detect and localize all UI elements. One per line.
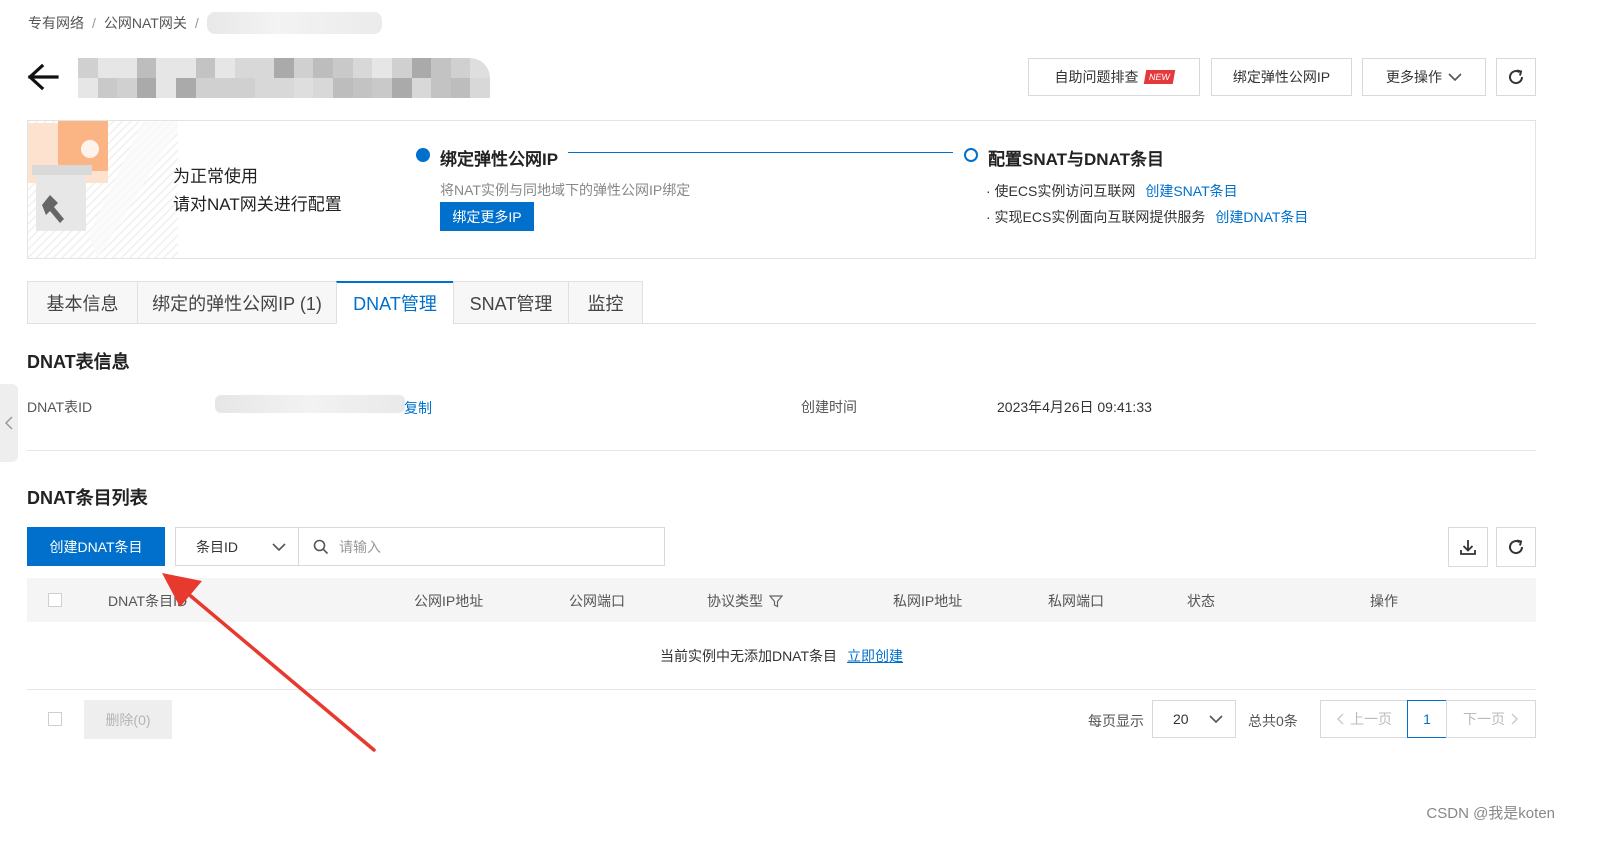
dnat-info-title: DNAT表信息 [27, 352, 130, 372]
tab-bar: 基本信息 绑定的弹性公网IP (1) DNAT管理 SNAT管理 监控 [27, 281, 643, 324]
col-public-port: 公网端口 [569, 593, 625, 609]
total-count: 总共0条 [1248, 713, 1298, 729]
step2-title: 配置SNAT与DNAT条目 [988, 150, 1164, 169]
created-time-value: 2023年4月26日 09:41:33 [997, 399, 1152, 415]
copy-id-link[interactable]: 复制 [404, 398, 432, 418]
footer-select-all-checkbox[interactable] [48, 712, 62, 726]
col-status: 状态 [1187, 593, 1215, 609]
created-time-label: 创建时间 [801, 399, 857, 415]
refresh-list-button[interactable] [1496, 527, 1536, 567]
filter-field-value: 条目ID [196, 538, 238, 555]
next-page-label: 下一页 [1463, 711, 1505, 727]
step1-title: 绑定弹性公网IP [440, 150, 559, 169]
watermark: CSDN @我是koten [1426, 805, 1555, 822]
troubleshoot-button[interactable]: 自助问题排查 NEW [1028, 58, 1200, 96]
tab-monitoring[interactable]: 监控 [568, 281, 643, 324]
chevron-left-icon [5, 416, 13, 430]
step-connector-line [568, 152, 953, 153]
step1-description: 将NAT实例与同地域下的弹性公网IP绑定 [440, 182, 691, 198]
tab-bound-eip[interactable]: 绑定的弹性公网IP (1) [137, 281, 336, 324]
step2-item-dnat: · 实现ECS实例面向互联网提供服务 创建DNAT条目 [986, 207, 1308, 227]
table-header: DNAT条目ID 公网IP地址 公网端口 协议类型 私网IP地址 私网端口 状态… [27, 578, 1536, 622]
breadcrumb-separator: / [194, 15, 199, 31]
filter-field-select[interactable]: 条目ID [175, 527, 299, 566]
empty-state-row: 当前实例中无添加DNAT条目 立即创建 [27, 622, 1536, 690]
tab-dnat-management[interactable]: DNAT管理 [336, 281, 453, 324]
refresh-icon [1509, 69, 1524, 85]
col-actions: 操作 [1370, 593, 1398, 609]
chevron-down-icon [1448, 73, 1462, 82]
guide-intro-line1: 为正常使用 [173, 167, 258, 186]
back-arrow-icon[interactable] [26, 62, 60, 92]
refresh-icon [1509, 539, 1524, 555]
guide-illustration [28, 121, 178, 258]
create-dnat-button[interactable]: 创建DNAT条目 [27, 527, 165, 566]
breadcrumb-item-nat[interactable]: 公网NAT网关 [104, 13, 187, 33]
bind-eip-button[interactable]: 绑定弹性公网IP [1211, 58, 1352, 96]
chevron-down-icon [1209, 715, 1223, 724]
search-placeholder: 请输入 [339, 538, 381, 555]
breadcrumb-separator: / [92, 15, 96, 31]
col-protocol-label: 协议类型 [707, 593, 763, 609]
section-divider [27, 450, 1536, 451]
step2-item-text: · 使ECS实例访问互联网 [986, 183, 1136, 199]
search-icon [313, 539, 329, 554]
guide-intro-line2: 请对NAT网关进行配置 [173, 195, 342, 214]
per-page-label: 每页显示 [1088, 713, 1144, 729]
step1-indicator [416, 148, 430, 162]
chevron-right-icon [1511, 713, 1519, 725]
next-page-button[interactable]: 下一页 [1446, 700, 1536, 738]
step2-indicator [964, 148, 978, 162]
per-page-select[interactable]: 20 [1152, 700, 1236, 738]
instance-title-redacted [78, 58, 490, 98]
troubleshoot-label: 自助问题排查 [1054, 69, 1139, 85]
new-badge: NEW [1143, 70, 1175, 84]
download-icon [1460, 540, 1476, 555]
create-snat-link[interactable]: 创建SNAT条目 [1145, 181, 1237, 201]
chevron-left-icon [1336, 713, 1344, 725]
bind-eip-label: 绑定弹性公网IP [1232, 69, 1331, 85]
page-number-current[interactable]: 1 [1407, 700, 1447, 738]
per-page-value: 20 [1173, 711, 1189, 727]
col-protocol[interactable]: 协议类型 [707, 591, 783, 611]
breadcrumb: 专有网络 / 公网NAT网关 / [28, 12, 382, 34]
guide-intro: 为正常使用 请对NAT网关进行配置 [173, 163, 342, 219]
empty-state-text: 当前实例中无添加DNAT条目 [659, 647, 838, 664]
breadcrumb-item-vpc[interactable]: 专有网络 [28, 13, 84, 33]
prev-page-label: 上一页 [1350, 711, 1392, 727]
tab-basic-info[interactable]: 基本信息 [27, 281, 137, 324]
more-operations-label: 更多操作 [1386, 69, 1442, 85]
filter-icon[interactable] [769, 594, 783, 608]
step2-item-snat: · 使ECS实例访问互联网 创建SNAT条目 [986, 181, 1238, 201]
step2-item-text: · 实现ECS实例面向互联网提供服务 [986, 209, 1206, 225]
delete-button[interactable]: 删除(0) [84, 700, 172, 739]
refresh-page-button[interactable] [1496, 58, 1536, 96]
col-private-ip: 私网IP地址 [893, 593, 963, 609]
search-input[interactable]: 请输入 [298, 527, 665, 566]
col-dnat-id: DNAT条目ID [108, 593, 188, 609]
bind-more-ip-button[interactable]: 绑定更多IP [440, 202, 534, 231]
prev-page-button[interactable]: 上一页 [1320, 700, 1408, 738]
select-all-checkbox[interactable] [48, 593, 62, 607]
more-operations-button[interactable]: 更多操作 [1362, 58, 1486, 96]
col-public-ip: 公网IP地址 [414, 593, 484, 609]
sidebar-toggle[interactable] [0, 384, 18, 462]
dnat-list-title: DNAT条目列表 [27, 488, 148, 508]
config-guide-panel: 为正常使用 请对NAT网关进行配置 绑定弹性公网IP 将NAT实例与同地域下的弹… [27, 120, 1536, 259]
col-private-port: 私网端口 [1048, 593, 1104, 609]
chevron-down-icon [272, 542, 286, 551]
breadcrumb-item-redacted [206, 12, 382, 34]
download-button[interactable] [1448, 527, 1488, 567]
dnat-id-value-redacted [215, 395, 405, 413]
dnat-id-label: DNAT表ID [27, 399, 93, 415]
create-dnat-link[interactable]: 创建DNAT条目 [1215, 207, 1308, 227]
tab-snat-management[interactable]: SNAT管理 [453, 281, 568, 324]
create-now-link[interactable]: 立即创建 [847, 646, 903, 666]
